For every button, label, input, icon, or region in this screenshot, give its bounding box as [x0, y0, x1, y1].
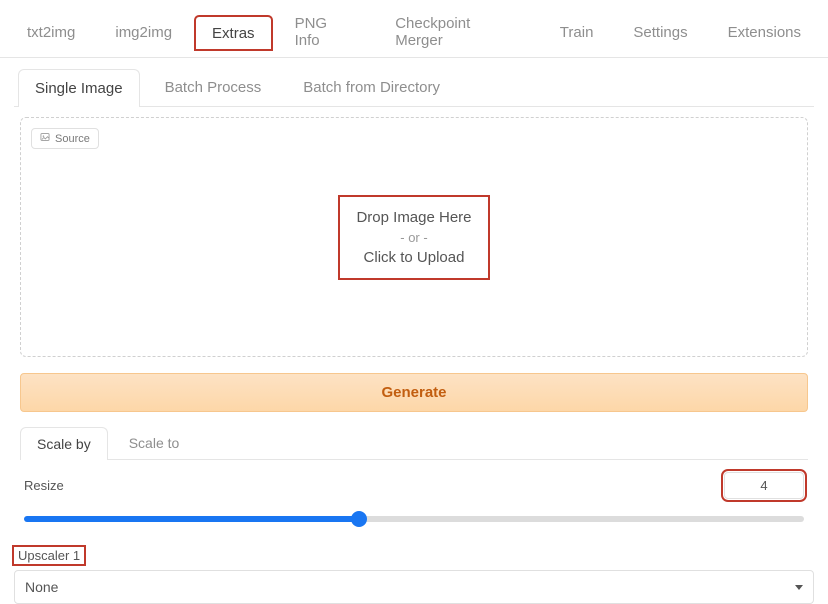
chevron-down-icon [795, 585, 803, 590]
tab-settings[interactable]: Settings [616, 15, 704, 49]
resize-value-input[interactable] [724, 472, 804, 499]
tab-txt2img[interactable]: txt2img [10, 15, 92, 49]
resize-slider[interactable] [24, 516, 804, 522]
tab-img2img[interactable]: img2img [98, 15, 189, 49]
generate-button[interactable]: Generate [20, 373, 808, 412]
tab-scale-to[interactable]: Scale to [112, 426, 197, 459]
resize-label: Resize [24, 478, 64, 493]
extras-sub-tab-bar: Single Image Batch Process Batch from Di… [14, 68, 814, 107]
source-badge[interactable]: Source [31, 128, 99, 149]
tab-scale-by[interactable]: Scale by [20, 427, 108, 460]
image-icon [40, 132, 50, 145]
tab-extras[interactable]: Extras [195, 16, 272, 50]
tab-batch-process[interactable]: Batch Process [148, 68, 279, 106]
tab-train[interactable]: Train [543, 15, 611, 49]
tab-extensions[interactable]: Extensions [711, 15, 818, 49]
dropzone-line2: Click to Upload [356, 249, 471, 266]
tab-png-info[interactable]: PNG Info [278, 6, 373, 57]
upscaler-1-selected: None [25, 579, 58, 595]
upscaler-1-label: Upscaler 1 [14, 547, 84, 564]
tab-checkpoint-merger[interactable]: Checkpoint Merger [378, 6, 537, 57]
source-badge-label: Source [55, 133, 90, 145]
dropzone-hint: Drop Image Here - or - Click to Upload [342, 199, 485, 276]
upscaler-1-select[interactable]: None [14, 570, 814, 604]
dropzone-line1: Drop Image Here [356, 209, 471, 226]
scale-tab-bar: Scale by Scale to [20, 426, 808, 460]
dropzone-or: - or - [356, 230, 471, 245]
tab-batch-from-directory[interactable]: Batch from Directory [286, 68, 457, 106]
image-dropzone[interactable]: Source Drop Image Here - or - Click to U… [20, 117, 808, 357]
tab-single-image[interactable]: Single Image [18, 69, 140, 107]
top-tab-bar: txt2img img2img Extras PNG Info Checkpoi… [0, 0, 828, 58]
